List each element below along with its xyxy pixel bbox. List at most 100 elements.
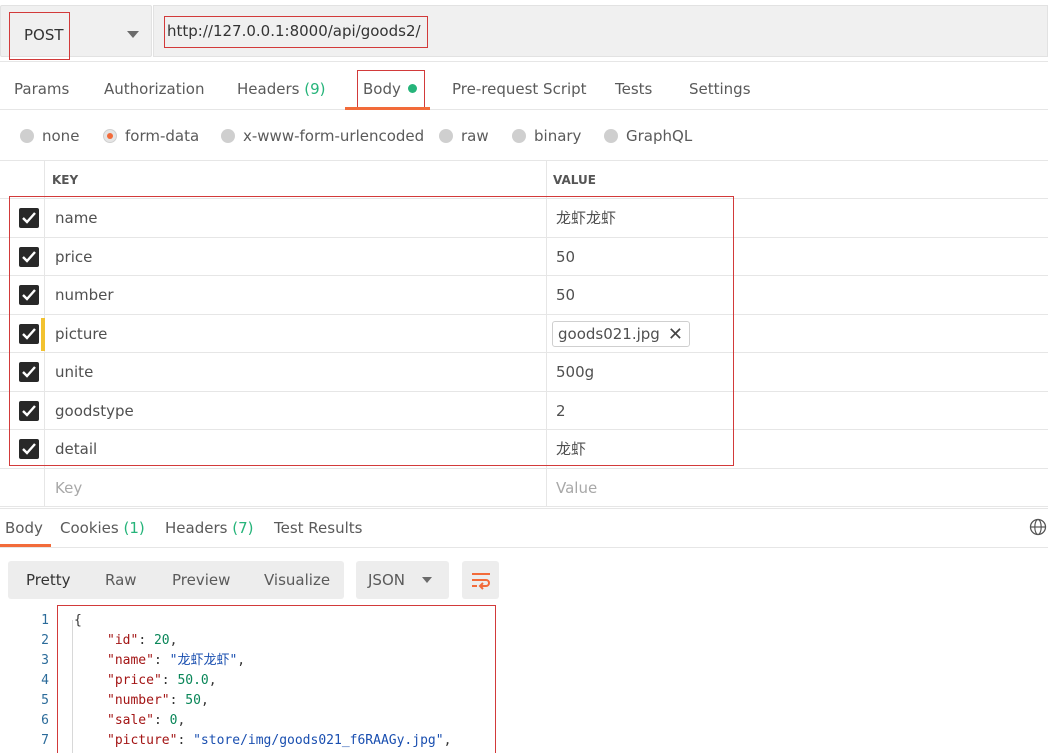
json-key: "number" <box>107 693 170 708</box>
line-number: 6 <box>41 713 49 728</box>
key-cell[interactable]: price <box>55 238 92 276</box>
value-cell[interactable]: 50 <box>556 238 575 276</box>
table-row: picture goods021.jpg ✕ <box>0 314 1048 353</box>
url-input[interactable]: http://127.0.0.1:8000/api/goods2/ <box>153 5 1048 57</box>
radio-icon <box>604 129 618 143</box>
column-divider <box>546 353 547 391</box>
table-row: number 50 <box>0 276 1048 315</box>
code-text: "price": 50.0, <box>107 673 217 688</box>
tab-test-results[interactable]: Test Results <box>274 509 362 547</box>
tab-response-body[interactable]: Body <box>5 509 43 547</box>
drag-handle[interactable] <box>41 317 45 351</box>
radio-icon <box>221 129 235 143</box>
request-url-bar: POST http://127.0.0.1:8000/api/goods2/ <box>0 0 1048 62</box>
row-checkbox[interactable] <box>19 208 39 228</box>
radio-binary[interactable]: binary <box>512 126 581 146</box>
json-punct: , <box>237 653 246 668</box>
tab-pre-request-script[interactable]: Pre-request Script <box>452 68 587 110</box>
line-number: 5 <box>41 693 49 708</box>
tab-label: Test Results <box>274 519 363 537</box>
line-number: 4 <box>41 673 49 688</box>
row-checkbox[interactable] <box>19 362 39 382</box>
radio-raw[interactable]: raw <box>439 126 489 146</box>
row-checkbox[interactable] <box>19 323 39 344</box>
tab-params[interactable]: Params <box>14 68 69 110</box>
key-cell[interactable]: unite <box>55 353 93 391</box>
table-row: name 龙虾龙虾 <box>0 199 1048 238</box>
format-select[interactable]: JSON <box>356 561 449 599</box>
row-checkbox[interactable] <box>19 400 39 421</box>
file-name: goods021.jpg <box>558 324 660 343</box>
radio-form-data[interactable]: form-data <box>103 126 199 146</box>
view-pretty-button[interactable]: Pretty <box>26 561 71 599</box>
tab-label: Headers <box>237 80 300 98</box>
tab-settings[interactable]: Settings <box>689 68 751 110</box>
close-icon[interactable]: ✕ <box>668 323 683 347</box>
key-cell[interactable]: picture <box>55 315 107 353</box>
tab-count: (1) <box>123 519 145 537</box>
tab-tests[interactable]: Tests <box>615 68 652 110</box>
table-header: KEY VALUE <box>0 161 1048 199</box>
row-checkbox[interactable] <box>19 439 39 459</box>
key-cell[interactable]: number <box>55 276 114 314</box>
body-type-selector: none form-data x-www-form-urlencoded raw… <box>0 116 1048 156</box>
wrap-lines-icon <box>472 573 490 590</box>
view-raw-button[interactable]: Raw <box>105 561 137 599</box>
table-row: detail 龙虾 <box>0 430 1048 469</box>
tab-label: Cookies <box>60 519 119 537</box>
json-punct: , <box>208 673 217 688</box>
json-key: "id" <box>107 633 139 648</box>
tab-count: (9) <box>304 80 326 98</box>
tab-headers[interactable]: Headers (9) <box>237 68 325 110</box>
radio-none[interactable]: none <box>20 126 79 146</box>
row-checkbox[interactable] <box>19 285 39 305</box>
value-cell[interactable]: 龙虾龙虾 <box>556 199 616 237</box>
url-text: http://127.0.0.1:8000/api/goods2/ <box>164 16 428 48</box>
value-cell[interactable]: 50 <box>556 276 575 314</box>
tab-response-headers[interactable]: Headers (7) <box>165 509 253 547</box>
radio-label: binary <box>534 127 582 145</box>
value-cell[interactable]: 500g <box>556 353 594 391</box>
value-cell[interactable]: 龙虾 <box>556 430 586 468</box>
column-divider <box>44 199 45 237</box>
view-preview-button[interactable]: Preview <box>172 561 230 599</box>
code-text: "name": "龙虾龙虾", <box>107 653 246 668</box>
value-cell[interactable]: 2 <box>556 392 566 430</box>
key-cell[interactable]: detail <box>55 430 97 468</box>
column-divider <box>44 468 45 506</box>
column-divider <box>546 276 547 314</box>
tab-cookies[interactable]: Cookies (1) <box>60 509 145 547</box>
key-cell[interactable]: name <box>55 199 98 237</box>
column-divider <box>546 468 547 506</box>
row-checkbox[interactable] <box>19 246 39 267</box>
key-cell[interactable]: goodstype <box>55 392 134 430</box>
wrap-lines-button[interactable] <box>462 561 499 599</box>
tab-authorization[interactable]: Authorization <box>104 68 204 110</box>
form-data-table: KEY VALUE name 龙虾龙虾 price 50 number 50 p… <box>0 160 1048 507</box>
checkmark-icon <box>22 366 36 378</box>
json-value: 50.0 <box>177 673 209 688</box>
json-value: "龙虾龙虾" <box>169 653 238 668</box>
radio-icon <box>439 129 453 143</box>
code-text: "id": 20, <box>107 633 178 648</box>
file-chip[interactable]: goods021.jpg ✕ <box>552 320 690 347</box>
view-visualize-button[interactable]: Visualize <box>264 561 330 599</box>
chevron-down-icon <box>422 577 432 583</box>
column-divider <box>44 430 45 468</box>
column-divider <box>546 237 547 275</box>
radio-graphql[interactable]: GraphQL <box>604 126 692 146</box>
key-column-header: KEY <box>52 173 79 187</box>
code-text: "number": 50, <box>107 693 209 708</box>
line-number: 1 <box>41 613 49 628</box>
json-punct: , <box>169 633 178 648</box>
checkmark-icon <box>22 327 36 340</box>
radio-label: form-data <box>125 127 200 145</box>
new-value-input[interactable]: Value <box>556 469 597 507</box>
new-key-input[interactable]: Key <box>55 469 82 507</box>
method-select[interactable]: POST <box>0 5 152 60</box>
tab-label: Tests <box>615 80 653 98</box>
chevron-down-icon[interactable] <box>127 31 139 38</box>
radio-x-www-form-urlencoded[interactable]: x-www-form-urlencoded <box>221 126 424 146</box>
json-key: "sale" <box>107 713 154 728</box>
globe-icon[interactable] <box>1029 518 1047 536</box>
